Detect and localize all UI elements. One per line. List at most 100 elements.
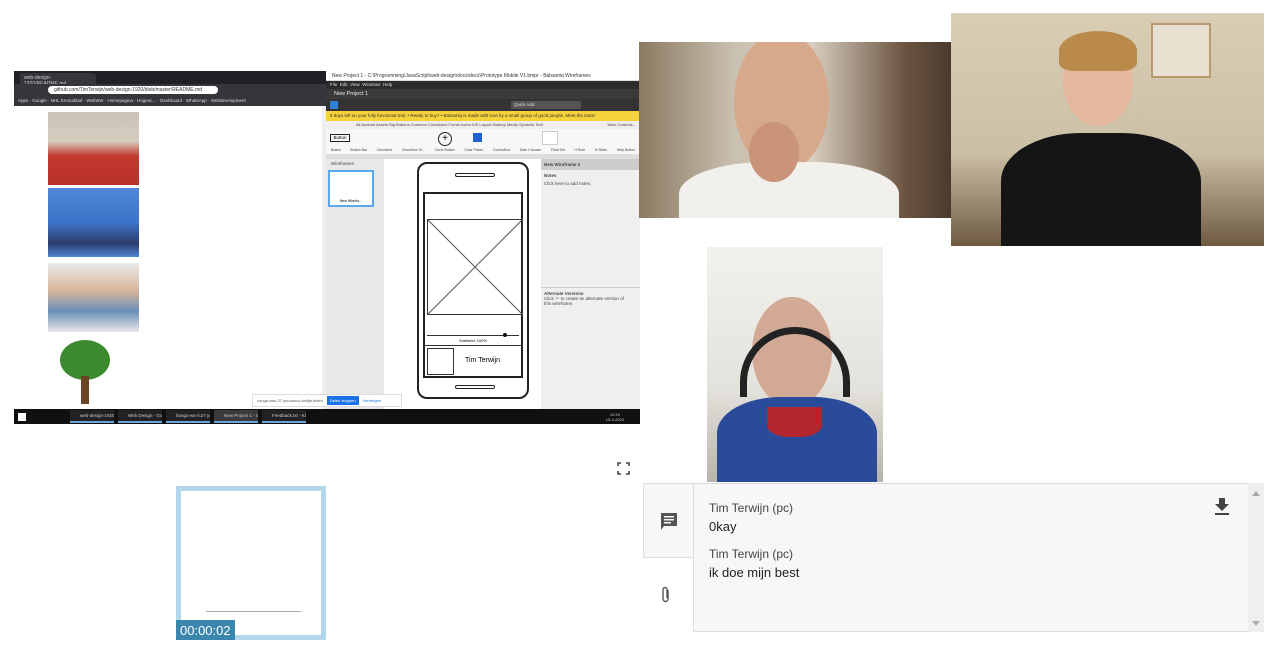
taskbar-item[interactable]: bongo-ws-rc27.yo...	[166, 410, 210, 423]
participant-video[interactable]	[639, 42, 952, 218]
bookmark[interactable]: WhatsApp	[186, 98, 207, 103]
fullscreen-icon[interactable]	[617, 462, 630, 475]
chat-scrollbar[interactable]	[1248, 483, 1264, 632]
windows-taskbar: web-design-1920/R... Web Design - Goo...…	[14, 409, 640, 424]
participant-video[interactable]	[951, 13, 1264, 246]
lib-label: Field Set	[551, 148, 565, 152]
panel-title: New Wireframe 2	[541, 159, 640, 170]
wireframes-panel: Wireframes New Wirefra...	[326, 159, 384, 409]
bookmark[interactable]: WebWet	[86, 98, 103, 103]
chat-messages: Tim Terwijn (pc) 0kay Tim Terwijn (pc) i…	[693, 483, 1249, 632]
share-bar-text: conga-sws-27.youcanco.dedijn.delen	[257, 398, 323, 403]
lib-label: Checkbox	[376, 148, 393, 152]
avatar-placeholder-icon	[427, 348, 454, 375]
message-text: ik doe mijn best	[709, 565, 800, 580]
circle-button-icon[interactable]: +	[438, 132, 452, 146]
taskbar-item[interactable]: New Project 1 - C:\...	[214, 410, 258, 423]
stop-sharing-button[interactable]: Delen stoppen	[326, 396, 359, 405]
message-sender: Tim Terwijn (pc)	[709, 501, 794, 515]
taskbar-item[interactable]: Web Design - Goo...	[118, 410, 162, 423]
menu-item[interactable]: File	[330, 82, 337, 87]
lib-label: Color Picker	[464, 148, 484, 152]
color-picker-icon[interactable]	[473, 133, 482, 142]
bookmark[interactable]: Google	[32, 98, 47, 103]
lib-label: ComboBox	[492, 148, 511, 152]
balsamiq-menu: File Edit View Windows Help	[326, 81, 640, 89]
wireframe-thumb[interactable]: New Wirefra...	[328, 170, 374, 207]
bookmark[interactable]: Dashboard	[160, 98, 182, 103]
clock-date: 15-4-2020	[605, 416, 624, 422]
chat-icon[interactable]	[661, 513, 677, 535]
notes-title: Notes	[544, 173, 557, 178]
alt-hint: Click '+' to create an alternate version…	[544, 296, 624, 306]
bookmark[interactable]: Apps	[18, 98, 28, 103]
recording-timer: 00:00:02	[176, 620, 235, 640]
category-list[interactable]: All Android Assets Big Buttons Common Co…	[356, 122, 543, 127]
bookmark[interactable]: Webdevelopment	[211, 98, 246, 103]
button-sample[interactable]: Button	[330, 134, 350, 142]
lib-label: Button	[330, 148, 341, 152]
lib-label: Date Chooser	[519, 148, 542, 152]
tree-image	[48, 336, 121, 409]
message-sender: Tim Terwijn (pc)	[709, 547, 794, 561]
notes-hint[interactable]: Click here to add notes.	[541, 181, 640, 186]
wireframe-canvas[interactable]: Snelheid: 100% Tim Terwijn	[384, 159, 541, 409]
menu-item[interactable]: View	[350, 82, 360, 87]
browser-page	[14, 106, 326, 409]
trial-banner: 8 days left on your fully functional tri…	[326, 111, 640, 121]
hide-button[interactable]: Verbergen	[363, 398, 381, 403]
download-icon[interactable]	[1215, 498, 1229, 520]
component-categories: All Android Assets Big Buttons Common Co…	[326, 121, 640, 129]
attachment-icon[interactable]	[660, 586, 672, 609]
browser-tab[interactable]: web-design-1920/README.md	[20, 73, 96, 87]
lib-label: H.Slider	[594, 148, 608, 152]
scroll-up-icon[interactable]	[1252, 491, 1260, 496]
thumb-label: New Wirefra...	[330, 172, 372, 205]
document-thumbnail[interactable]	[176, 486, 326, 640]
address-bar[interactable]: github.com/TimTerwijn/web-design-1920/bl…	[48, 86, 218, 94]
bookmark[interactable]: Homepagina - Hogesc...	[107, 98, 156, 103]
message-text: 0kay	[709, 519, 737, 534]
balsamiq-title-bar: New Project 1 - C:\Programming\JavaScrip…	[326, 71, 640, 81]
sign-language-image	[48, 188, 139, 257]
menu-item[interactable]: Help	[383, 82, 392, 87]
quick-add-input[interactable]: Quick Add	[511, 101, 581, 109]
more-controls[interactable]: More Controls...	[608, 122, 636, 127]
field-set-icon[interactable]	[542, 131, 558, 145]
browser-toolbar: github.com/TimTerwijn/web-design-1920/bl…	[14, 84, 326, 96]
lib-label: H.Rule	[574, 148, 586, 152]
wireframes-label: Wireframes	[331, 161, 355, 166]
chat-tab[interactable]	[643, 483, 695, 558]
scroll-down-icon[interactable]	[1252, 621, 1260, 626]
menu-item[interactable]: Edit	[340, 82, 348, 87]
ui-library: Button + Button Button Bar Checkbox Chec…	[326, 129, 640, 155]
image-placeholder	[427, 219, 523, 315]
lib-label: Help Button	[616, 148, 636, 152]
project-name: New Project 1	[326, 89, 640, 99]
taskbar-clock: 12:29 15-4-2020	[606, 412, 624, 422]
lib-label: Checkbox Gr...	[401, 148, 425, 152]
bookmark[interactable]: NHL Emmablad	[51, 98, 83, 103]
view-icon[interactable]	[330, 101, 338, 109]
bookmarks-bar: Apps · Google · NHL Emmablad · WebWet · …	[14, 96, 326, 106]
sign-language-image	[48, 263, 139, 332]
lib-label: Circle Button	[434, 148, 455, 152]
speed-slider[interactable]	[427, 333, 519, 337]
library-labels: Button Button Bar Checkbox Checkbox Gr..…	[326, 148, 640, 152]
screen-share-bar: conga-sws-27.youcanco.dedijn.delen Delen…	[252, 394, 402, 407]
participant-video[interactable]	[707, 247, 883, 482]
taskbar-item[interactable]: Feedback.txt - Klad...	[262, 410, 306, 423]
slider-label: Snelheid: 100%	[458, 338, 488, 343]
lib-label: Button Bar	[350, 148, 368, 152]
shared-screen: web-design-1920/README.md github.com/Tim…	[14, 71, 640, 424]
properties-panel: New Wireframe 2 Notes Click here to add …	[541, 159, 640, 409]
phone-screen: Snelheid: 100% Tim Terwijn	[423, 192, 523, 378]
windows-start-icon[interactable]	[18, 412, 26, 421]
sign-language-image	[48, 112, 139, 185]
menu-item[interactable]: Windows	[362, 82, 380, 87]
browser-tab-strip: web-design-1920/README.md	[14, 71, 326, 87]
taskbar-item[interactable]: web-design-1920/R...	[70, 410, 114, 423]
phone-mockup: Snelheid: 100% Tim Terwijn	[417, 162, 529, 399]
balsamiq-toolbar: Quick Add	[326, 99, 640, 111]
card-name: Tim Terwijn	[465, 357, 501, 364]
